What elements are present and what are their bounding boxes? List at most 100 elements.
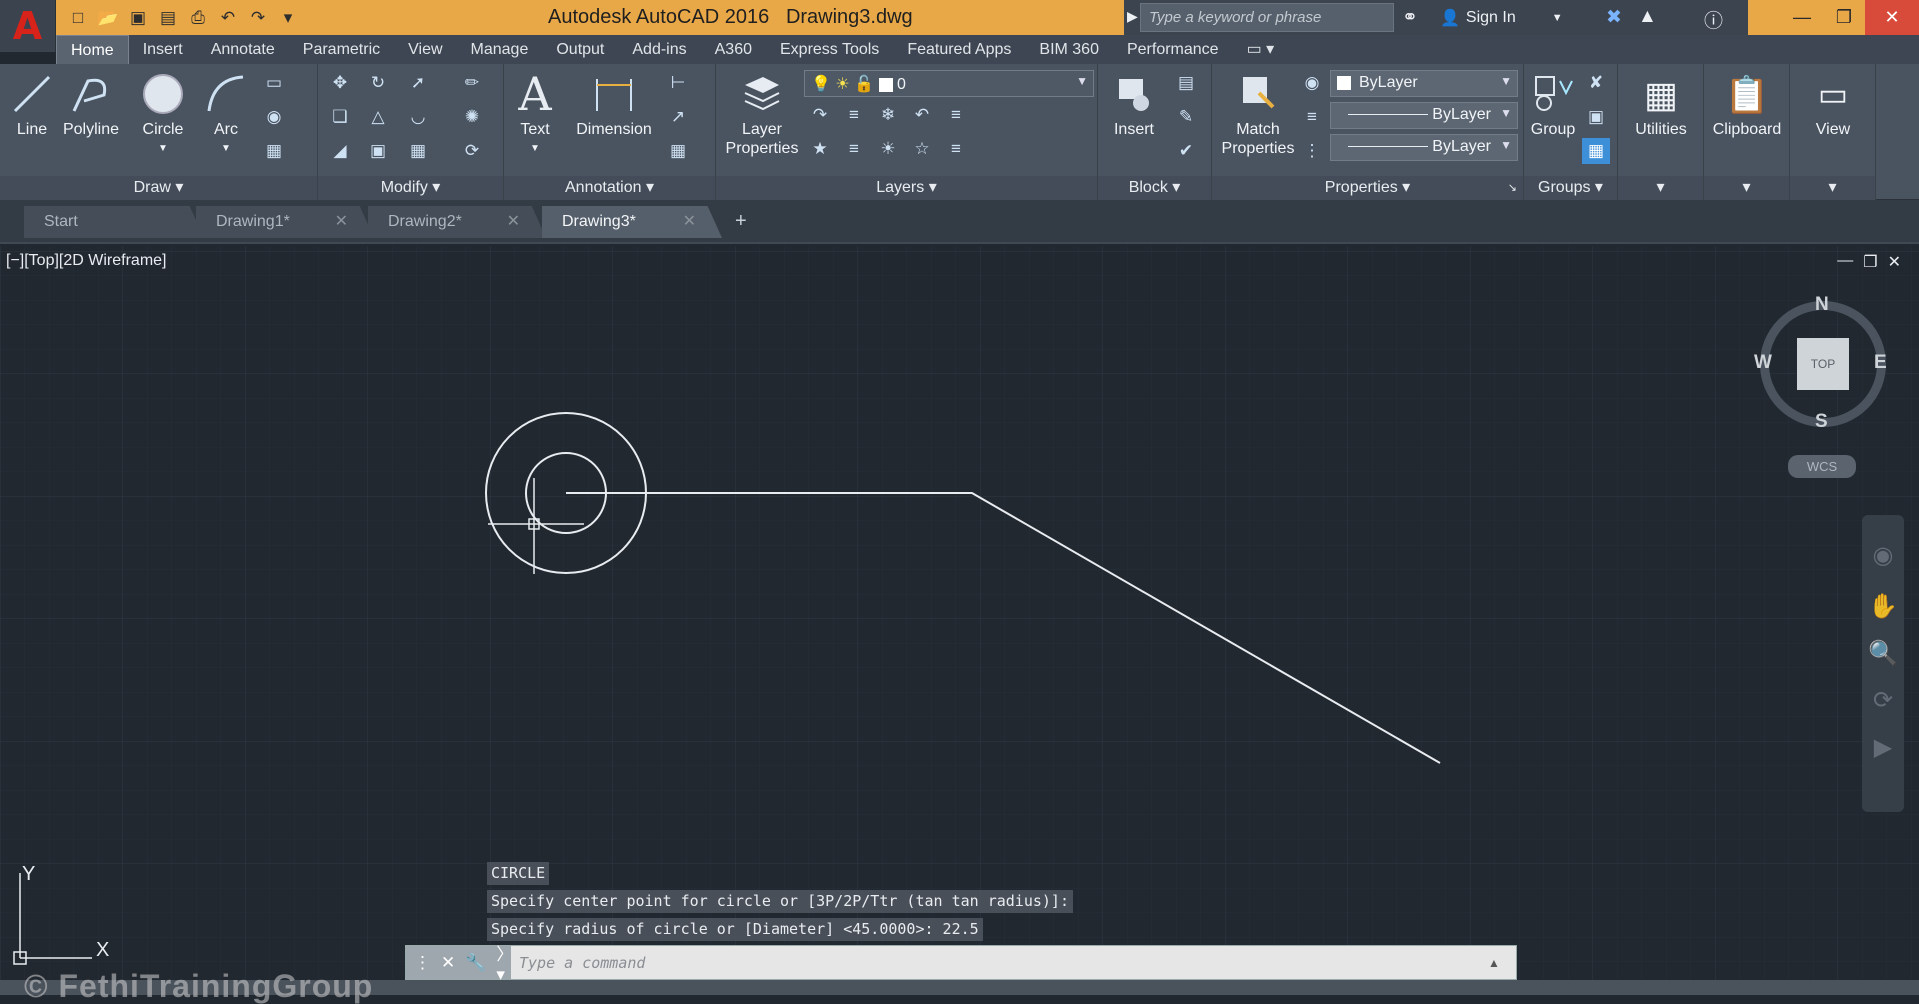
annotation-panel-label[interactable]: Annotation ▾ bbox=[504, 176, 715, 200]
layer-thaw-icon[interactable]: ☆ bbox=[908, 136, 936, 162]
pan-hand-icon[interactable]: ✋ bbox=[1862, 592, 1904, 621]
viewport-minimize-icon[interactable]: — bbox=[1837, 252, 1853, 272]
viewcube-top-face[interactable]: TOP bbox=[1797, 338, 1849, 390]
customize-toolbar-icon[interactable]: ▾ bbox=[274, 5, 302, 31]
save-icon[interactable]: ▣ bbox=[124, 5, 152, 31]
search-input[interactable]: Type a keyword or phrase bbox=[1140, 3, 1394, 32]
tab-drawing1[interactable]: Drawing1* ✕ bbox=[196, 206, 374, 238]
wcs-menu[interactable]: WCS bbox=[1788, 455, 1856, 478]
restore-icon[interactable]: ❐ bbox=[1823, 0, 1865, 35]
layer-make-current-icon[interactable]: ★ bbox=[806, 136, 834, 162]
edit-block-icon[interactable]: ✎ bbox=[1172, 104, 1200, 130]
view-panel[interactable]: ▭ View ▾ bbox=[1790, 64, 1876, 200]
tab-start[interactable]: Start bbox=[24, 206, 204, 238]
tab-express-tools[interactable]: Express Tools bbox=[766, 35, 893, 64]
match-properties-button[interactable]: Match Properties bbox=[1218, 68, 1298, 158]
block-panel-label[interactable]: Block ▾ bbox=[1098, 176, 1211, 200]
layer-walk-icon[interactable]: ≡ bbox=[840, 136, 868, 162]
table-icon[interactable]: ▦ bbox=[664, 138, 692, 164]
group-edit-icon[interactable]: ▣ bbox=[1582, 104, 1610, 130]
scale-icon[interactable]: ▣ bbox=[364, 138, 392, 164]
layer-off-icon[interactable]: ↶ bbox=[908, 102, 936, 128]
new-file-icon[interactable]: □ bbox=[64, 5, 92, 31]
clipboard-expand-icon[interactable]: ▾ bbox=[1704, 176, 1789, 200]
customize-wrench-icon[interactable]: 🔧 bbox=[465, 953, 486, 973]
tab-insert[interactable]: Insert bbox=[129, 35, 197, 64]
tab-a360[interactable]: A360 bbox=[701, 35, 766, 64]
close-icon[interactable]: ✕ bbox=[1865, 0, 1919, 35]
region-icon[interactable]: ▦ bbox=[260, 138, 288, 164]
command-input[interactable]: Type a command bbox=[511, 954, 1488, 972]
sign-in-button[interactable]: 👤 Sign In ▼ bbox=[1440, 8, 1563, 28]
attribute-icon[interactable]: ✔ bbox=[1172, 138, 1200, 164]
tab-view[interactable]: View bbox=[394, 35, 456, 64]
leader-icon[interactable]: ⊢ bbox=[664, 70, 692, 96]
group-selection-icon[interactable]: ▦ bbox=[1582, 138, 1610, 164]
move-icon[interactable]: ✥ bbox=[326, 70, 354, 96]
exchange-apps-icon[interactable]: ✖ bbox=[1606, 6, 1622, 29]
new-tab-plus-icon[interactable]: + bbox=[735, 210, 747, 233]
rotate-icon[interactable]: ↻ bbox=[364, 70, 392, 96]
view-expand-icon[interactable]: ▾ bbox=[1790, 176, 1875, 200]
draw-panel-label[interactable]: Draw ▾ bbox=[0, 176, 317, 200]
undo-icon[interactable]: ↶ bbox=[214, 5, 242, 31]
print-icon[interactable]: ⎙ bbox=[184, 5, 212, 31]
layers-panel-label[interactable]: Layers ▾ bbox=[716, 176, 1097, 200]
multileader-icon[interactable]: ↗ bbox=[664, 104, 692, 130]
modify-panel-label[interactable]: Modify ▾ bbox=[318, 176, 503, 200]
ungroup-icon[interactable]: ✘ bbox=[1582, 70, 1610, 96]
compass-east[interactable]: E bbox=[1874, 352, 1887, 374]
zoom-extents-icon[interactable]: 🔍 bbox=[1862, 639, 1904, 668]
viewport-close-icon[interactable]: ✕ bbox=[1888, 252, 1901, 272]
command-history-expand-icon[interactable]: ▲ bbox=[1488, 956, 1516, 970]
utilities-expand-icon[interactable]: ▾ bbox=[1618, 176, 1703, 200]
steering-wheel-icon[interactable]: ◉ bbox=[1862, 541, 1904, 570]
tab-drawing3[interactable]: Drawing3* ✕ bbox=[542, 206, 722, 238]
create-block-icon[interactable]: ▤ bbox=[1172, 70, 1200, 96]
viewport-controls-label[interactable]: [−][Top][2D Wireframe] bbox=[6, 252, 167, 270]
minimize-icon[interactable]: — bbox=[1781, 0, 1823, 35]
clipboard-button[interactable]: 📋 Clipboard bbox=[1706, 68, 1788, 139]
tab-add-ins[interactable]: Add-ins bbox=[618, 35, 700, 64]
stretch-icon[interactable]: ◢ bbox=[326, 138, 354, 164]
layer-properties-button[interactable]: Layer Properties bbox=[722, 68, 802, 158]
offset-icon[interactable]: ⟳ bbox=[458, 138, 486, 164]
showmotion-icon[interactable]: ▶ bbox=[1862, 733, 1904, 762]
lineweight-dropdown[interactable]: ByLayer ▼ bbox=[1330, 134, 1518, 161]
color-dropdown[interactable]: ByLayer ▼ bbox=[1330, 70, 1518, 97]
tab-output[interactable]: Output bbox=[542, 35, 618, 64]
layer-unisolate-icon[interactable]: ☀ bbox=[874, 136, 902, 162]
tab-performance[interactable]: Performance bbox=[1113, 35, 1233, 64]
tab-manage[interactable]: Manage bbox=[457, 35, 543, 64]
utilities-panel[interactable]: ▦ Utilities ▾ bbox=[1618, 64, 1704, 200]
layer-isolate-icon[interactable]: ≡ bbox=[840, 102, 868, 128]
utilities-button[interactable]: ▦ Utilities bbox=[1624, 68, 1698, 139]
orbit-icon[interactable]: ⟳ bbox=[1862, 686, 1904, 715]
view-button[interactable]: ▭ View bbox=[1796, 68, 1870, 139]
line-button[interactable]: Line bbox=[8, 68, 56, 139]
linetype-dropdown[interactable]: ByLayer ▼ bbox=[1330, 102, 1518, 129]
mirror-icon[interactable]: △ bbox=[364, 104, 392, 130]
dimension-button[interactable]: Dimension bbox=[572, 68, 656, 139]
tab-home[interactable]: Home bbox=[56, 35, 129, 64]
hatch-icon[interactable]: ◉ bbox=[260, 104, 288, 130]
help-icon[interactable]: ⓘ bbox=[1704, 6, 1723, 33]
clipboard-panel[interactable]: 📋 Clipboard ▾ bbox=[1704, 64, 1790, 200]
close-tab-icon[interactable]: ✕ bbox=[335, 206, 348, 238]
close-tab-icon[interactable]: ✕ bbox=[507, 206, 520, 238]
layer-dropdown[interactable]: 💡 ☀ 🔓 0 ▼ bbox=[804, 70, 1094, 97]
tab-parametric[interactable]: Parametric bbox=[289, 35, 394, 64]
text-button[interactable]: A Text ▼ bbox=[512, 68, 558, 158]
save-as-icon[interactable]: ▤ bbox=[154, 5, 182, 31]
layer-freeze-icon[interactable]: ❄ bbox=[874, 102, 902, 128]
layer-lock-icon[interactable]: ≡ bbox=[942, 136, 970, 162]
tab-annotate[interactable]: Annotate bbox=[197, 35, 289, 64]
ribbon-toggle-icon[interactable]: ▭ ▾ bbox=[1233, 35, 1289, 64]
compass-south[interactable]: S bbox=[1815, 411, 1828, 433]
copy-icon[interactable]: ❏ bbox=[326, 104, 354, 130]
compass-north[interactable]: N bbox=[1815, 294, 1829, 316]
autodesk-a360-icon[interactable]: ▲ bbox=[1638, 6, 1657, 28]
application-menu-button[interactable]: A bbox=[0, 0, 56, 52]
trim-icon[interactable]: ➚ bbox=[404, 70, 432, 96]
open-folder-icon[interactable]: 📂 bbox=[94, 5, 122, 31]
